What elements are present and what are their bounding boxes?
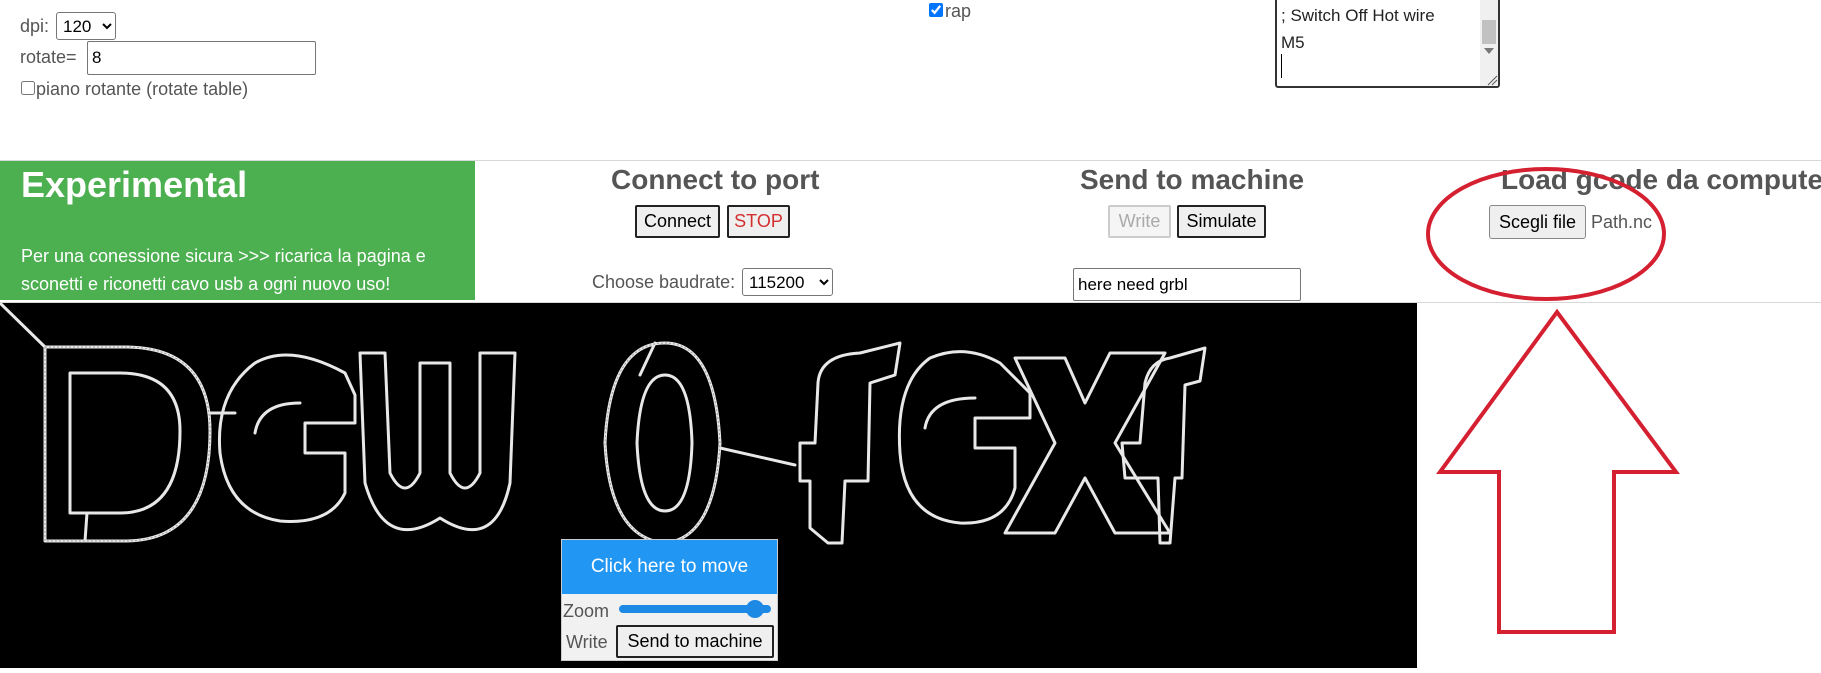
experimental-title: Experimental: [21, 164, 248, 205]
simulate-button[interactable]: Simulate: [1177, 205, 1266, 238]
status-input[interactable]: [1073, 268, 1301, 301]
send-to-machine-button[interactable]: Send to machine: [616, 625, 774, 658]
experimental-panel: Experimental Per una conessione sicura >…: [0, 161, 475, 300]
scrollbar-thumb[interactable]: [1482, 20, 1496, 44]
rap-checkbox[interactable]: [929, 3, 943, 17]
write-label: Write: [566, 632, 608, 652]
rotate-table-label: piano rotante (rotate table): [36, 79, 249, 99]
rotate-table-checkbox[interactable]: [21, 81, 35, 95]
gcode-line-2: M5: [1281, 33, 1305, 52]
dpi-select[interactable]: 120: [56, 12, 116, 40]
connect-button[interactable]: Connect: [635, 205, 720, 238]
rotate-input[interactable]: [87, 41, 316, 75]
annotation-overlay: [1426, 167, 1680, 634]
gcode-lines: ; Switch Off Hot wire M5: [1279, 2, 1435, 56]
zoom-label: Zoom: [563, 601, 610, 621]
rap-label: rap: [945, 1, 972, 21]
baudrate-select[interactable]: 115200: [742, 268, 833, 296]
baudrate-label: Choose baudrate:: [592, 272, 736, 292]
move-control-panel: Click here to move Zoom Write Send to ma…: [561, 539, 778, 661]
highlight-ellipse: [1426, 167, 1666, 301]
path-preview-canvas[interactable]: Click here to move Zoom Write Send to ma…: [0, 301, 1417, 668]
send-title: Send to machine: [1080, 164, 1305, 195]
move-button[interactable]: Click here to move: [562, 540, 777, 594]
rotate-label: rotate=: [20, 47, 77, 67]
connect-title: Connect to port: [611, 164, 820, 195]
write-button[interactable]: Write: [1108, 205, 1171, 238]
resize-handle-icon[interactable]: [1486, 74, 1498, 86]
zoom-slider-thumb[interactable]: [746, 600, 765, 618]
experimental-text: Per una conessione sicura >>> ricarica l…: [21, 246, 426, 294]
scroll-down-arrow-icon[interactable]: [1484, 48, 1494, 54]
gcode-line-1: ; Switch Off Hot wire: [1281, 6, 1435, 25]
stop-button[interactable]: STOP: [727, 205, 790, 238]
dpi-label: dpi:: [20, 16, 50, 36]
text-cursor: [1281, 54, 1282, 78]
gcode-textarea[interactable]: ; Switch Off Hot wire M5: [1275, 0, 1500, 88]
up-arrow-icon: [1436, 308, 1680, 634]
zoom-slider[interactable]: [619, 600, 771, 618]
